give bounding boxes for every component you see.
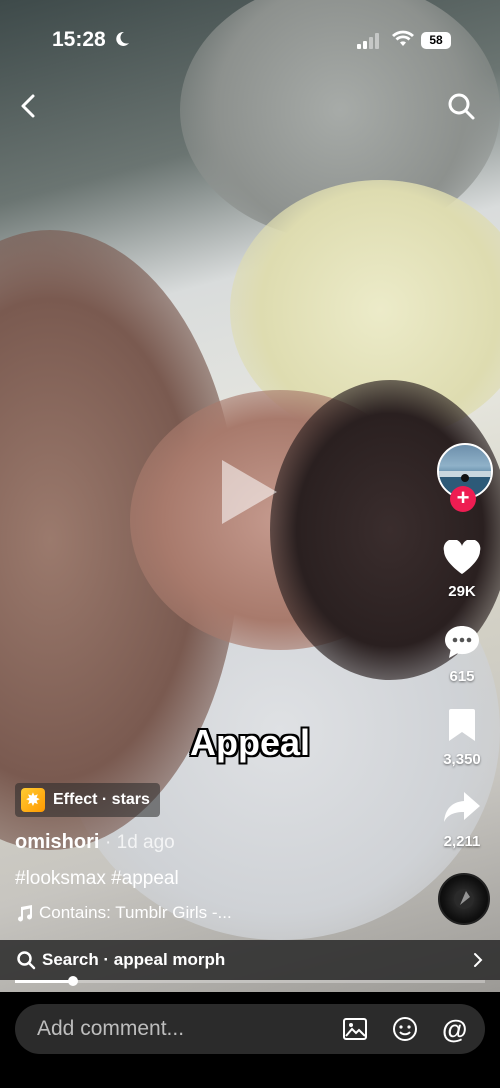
comment-input[interactable]: Add comment... @ <box>15 1004 485 1054</box>
creator-username[interactable]: omishori <box>15 831 99 853</box>
comment-icon <box>445 626 479 658</box>
post-meta: omishori · 1d ago <box>15 831 175 854</box>
battery-indicator: 58 <box>421 32 451 49</box>
music-note-icon <box>18 905 32 922</box>
progress-fill <box>15 980 74 983</box>
bookmark-icon <box>449 709 475 741</box>
search-suggestion-bar[interactable]: Search · appeal morph <box>0 940 500 980</box>
like-action[interactable]: 29K <box>430 539 494 600</box>
play-icon[interactable] <box>222 460 277 524</box>
save-action[interactable]: 3,350 <box>430 706 494 768</box>
music-info[interactable]: Contains: Tumblr Girls -... <box>15 903 232 923</box>
search-small-icon <box>17 951 36 970</box>
effect-sparkle-icon: ✸ <box>21 788 45 812</box>
status-time: 15:28 <box>52 28 106 51</box>
moon-icon <box>113 30 131 53</box>
comment-area: Add comment... @ <box>0 992 500 1088</box>
post-time: · 1d ago <box>105 832 175 853</box>
search-icon <box>448 93 475 120</box>
search-button[interactable] <box>445 90 477 122</box>
signal-icon <box>357 33 383 54</box>
post-hashtags[interactable]: #looksmax #appeal <box>15 868 179 890</box>
video-caption-overlay: Appeal <box>189 722 311 763</box>
follow-button[interactable]: + <box>450 486 476 512</box>
comment-placeholder: Add comment... <box>37 1017 185 1040</box>
back-button[interactable] <box>13 90 45 122</box>
effect-label: Effect · stars <box>53 791 150 808</box>
save-count: 3,350 <box>443 751 481 768</box>
emoji-icon[interactable] <box>392 1016 418 1042</box>
wifi-icon <box>392 30 414 53</box>
effect-tag[interactable]: ✸ Effect · stars <box>15 783 160 817</box>
share-icon <box>444 792 480 822</box>
chevron-right-icon <box>474 953 483 967</box>
music-title: Contains: Tumblr Girls -... <box>39 903 232 922</box>
status-bar: 15:28 58 <box>0 28 500 56</box>
back-icon <box>21 94 35 118</box>
heart-icon <box>443 539 481 574</box>
like-count: 29K <box>448 583 476 600</box>
music-disc[interactable] <box>438 873 490 925</box>
comment-action[interactable]: 615 <box>430 623 494 685</box>
share-action[interactable]: 2,211 <box>430 788 494 850</box>
image-icon[interactable] <box>342 1016 368 1042</box>
video-progress-bar[interactable] <box>15 976 485 986</box>
share-count: 2,211 <box>443 833 481 850</box>
comment-count: 615 <box>449 668 475 685</box>
search-suggestion-label: Search · appeal morph <box>42 950 226 969</box>
mention-icon[interactable]: @ <box>442 1016 468 1042</box>
